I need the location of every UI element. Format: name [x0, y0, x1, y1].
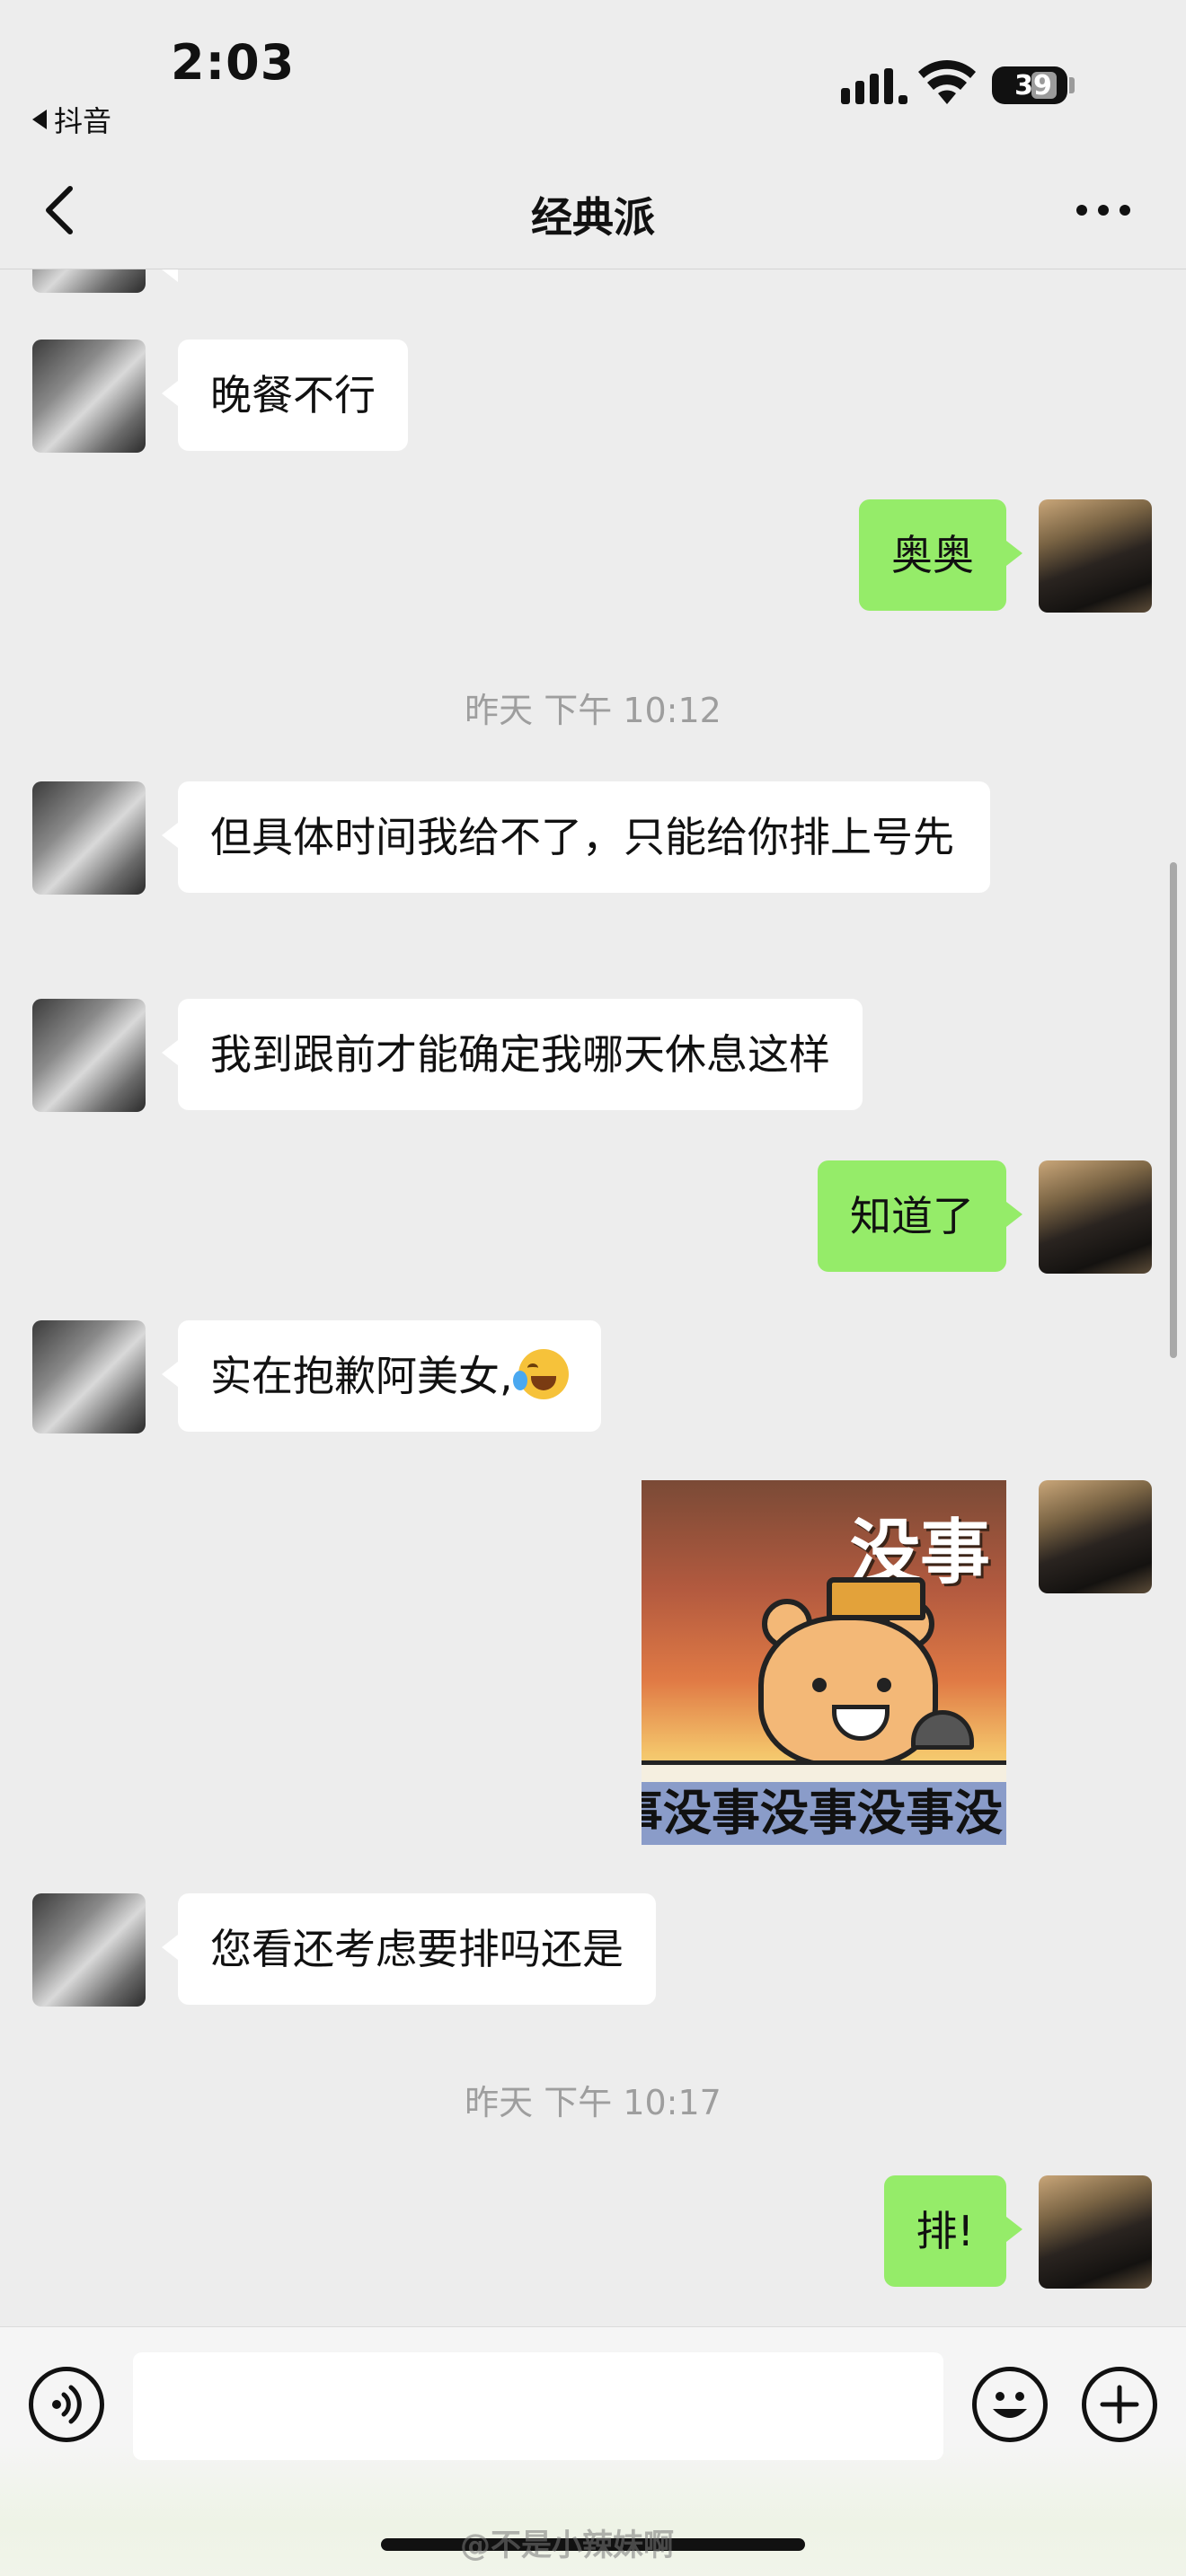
message-timestamp: 昨天 下午 10:17	[465, 2083, 721, 2122]
laugh-cry-emoji-icon	[512, 1349, 569, 1399]
self-avatar[interactable]	[1039, 1480, 1152, 1593]
chat-title: 经典派	[531, 193, 655, 242]
message-bubble-outgoing[interactable]: 排!	[883, 2175, 1023, 2287]
message-bubble-outgoing[interactable]: 知道了	[818, 1160, 1022, 1272]
message-bubble-incoming[interactable]: 晚餐不行	[162, 340, 408, 451]
contact-avatar[interactable]	[32, 1320, 146, 1434]
contact-avatar[interactable]	[32, 269, 146, 293]
back-to-app-link[interactable]: 抖音	[32, 99, 111, 140]
self-avatar[interactable]	[1039, 1160, 1152, 1274]
contact-avatar[interactable]	[32, 999, 146, 1112]
battery-cap	[1069, 77, 1075, 93]
sticker-hat-icon	[827, 1577, 925, 1620]
sticker-banner-text: 事没事没事没事没	[642, 1785, 1003, 1841]
scrollbar-thumb[interactable]	[1170, 862, 1177, 1358]
self-avatar[interactable]	[1039, 2175, 1152, 2289]
contact-avatar[interactable]	[32, 1893, 146, 2007]
sticker-bear-eye	[812, 1678, 827, 1692]
message-bubble-incoming[interactable]: 您看还考虑要排吗还是	[162, 1893, 656, 2005]
plus-icon	[1100, 2385, 1139, 2424]
contact-avatar[interactable]	[32, 340, 146, 453]
sticker-desk	[642, 1760, 1006, 1782]
sticker-message[interactable]: 没事 事没事没事没事没	[642, 1480, 1006, 1845]
self-avatar[interactable]	[1039, 499, 1152, 613]
battery-level: 39	[1014, 69, 1052, 101]
voice-icon	[52, 2385, 82, 2424]
watermark-text: @不是小辣妹啊	[460, 2527, 674, 2563]
wifi-icon	[918, 60, 976, 104]
smiley-icon	[993, 2392, 1027, 2418]
message-list[interactable]: 晚餐不行 奥奥 昨天 下午 10:12 但具体时间我给不了，只能给你排上号先 我…	[0, 269, 1186, 2326]
cellular-signal-icon	[841, 68, 907, 104]
more-options-icon[interactable]	[1076, 205, 1130, 216]
contact-avatar[interactable]	[32, 781, 146, 895]
voice-input-button[interactable]	[29, 2367, 104, 2442]
message-bubble-incoming[interactable]: 实在抱歉阿美女,	[162, 1320, 601, 1432]
message-bubble-incoming[interactable]: 我到跟前才能确定我哪天休息这样	[162, 999, 863, 1110]
message-input[interactable]	[133, 2352, 943, 2460]
more-actions-button[interactable]	[1082, 2367, 1157, 2442]
status-bar: 2:03 抖音 39	[0, 0, 1186, 144]
sticker-bear-eye	[877, 1678, 891, 1692]
back-app-label: 抖音	[54, 104, 112, 138]
status-time: 2:03	[171, 34, 296, 91]
message-bubble-incoming[interactable]: 但具体时间我给不了，只能给你排上号先	[162, 781, 990, 893]
sticker-banner: 事没事没事没事没	[642, 1782, 1006, 1845]
emoji-button[interactable]	[972, 2367, 1048, 2442]
battery-icon: 39	[992, 66, 1067, 104]
message-bubble-outgoing[interactable]: 奥奥	[859, 499, 1022, 611]
message-timestamp: 昨天 下午 10:12	[465, 691, 721, 730]
chat-header: 经典派	[0, 151, 1186, 269]
message-text: 实在抱歉阿美女,	[210, 1352, 513, 1400]
back-triangle-icon	[32, 110, 47, 129]
